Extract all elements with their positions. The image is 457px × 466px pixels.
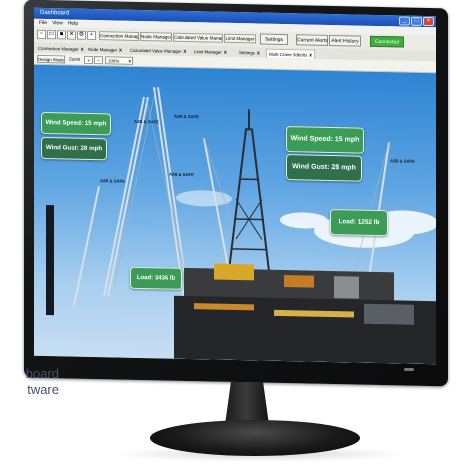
toolbar-tab-node-manager[interactable]: Node Manager [140,32,172,42]
caption-text: board tware [0,366,59,398]
toolbar-tab-connection-manager[interactable]: Connection Manager [99,31,139,41]
crane-cables [113,87,390,287]
zoom-label: Zoom [69,56,81,62]
maximize-button[interactable]: □ [411,16,422,26]
crane-scene-canvas: A2B & SAFE A2B & SAFE A2B & SAFE A2B & S… [34,64,436,365]
monitor-stand [150,420,360,456]
tab-close-icon[interactable]: X [119,48,122,53]
wind-gust-readout-right[interactable]: Wind Gust: 28 mph [286,154,362,182]
wind-speed-readout-right[interactable]: Wind Speed: 15 mph [286,126,364,154]
delete-icon[interactable]: ✕ [67,30,76,40]
settings-button[interactable]: Settings [260,33,288,46]
power-indicator [404,368,414,371]
save-icon[interactable]: ■ [57,30,66,40]
close-button[interactable]: × [423,16,434,27]
crane-status-label: A2B & SAFE [390,158,415,164]
crane-status-label: A2B & SAFE [100,178,125,184]
zoom-in-icon[interactable]: + [84,55,93,65]
tab-close-icon[interactable]: X [183,49,186,54]
drilling-derrick [226,109,272,281]
toolbar-tab-limit-manager[interactable]: Limit Manager [224,33,256,44]
crane-status-label: A2B & SAFE [174,113,199,120]
tab-close-icon[interactable]: X [309,53,312,58]
current-alerts-button[interactable]: Current Alerts [296,34,328,46]
window-title: Dashboard [40,9,70,17]
crane-post-left [46,205,54,316]
wind-gust-readout-left[interactable]: Wind Gust: 28 mph [41,136,107,161]
zoom-select[interactable]: 100% ▾ [105,56,133,65]
rig-deck [174,263,436,365]
alert-history-button[interactable]: Alert History [329,34,361,47]
load-readout-bottom[interactable]: Load: 3436 lb [130,266,182,290]
caption-line-2: tware [27,382,59,397]
design-mode-button[interactable]: Design Mode [37,54,65,64]
connection-status-button[interactable]: Connected [370,35,404,48]
minimize-button[interactable]: _ [399,16,410,26]
tab-close-icon[interactable]: X [224,50,227,55]
menu-view[interactable]: View [52,19,63,27]
open-folder-icon[interactable]: ▭ [47,30,56,40]
toolbar-tab-calculated-value-manager[interactable]: Calculated Value Manager [173,32,223,43]
new-file-icon[interactable]: ▫ [37,29,46,40]
menu-help[interactable]: Help [68,19,78,27]
wind-speed-readout-left[interactable]: Wind Speed: 15 mph [41,111,111,136]
zoom-out-icon[interactable]: − [94,56,103,65]
tab-close-icon[interactable]: X [257,50,260,55]
add-icon[interactable]: + [87,30,96,41]
caption-line-1: board [25,366,59,381]
crane-status-label: A2B & SAFE [134,118,159,125]
menu-file[interactable]: File [39,19,47,27]
load-readout-right[interactable]: Load: 1252 lb [330,208,388,237]
chevron-down-icon: ▾ [128,58,131,64]
crane-status-label: A2B & SAFE [169,171,194,178]
monitor-screen: Dashboard _ □ × File View Help ▫ ▭ ■ ✕ ⚙… [34,7,436,365]
tab-close-icon[interactable]: X [81,47,84,52]
settings-icon[interactable]: ⚙ [77,30,86,40]
window-controls: _ □ × [399,16,434,27]
